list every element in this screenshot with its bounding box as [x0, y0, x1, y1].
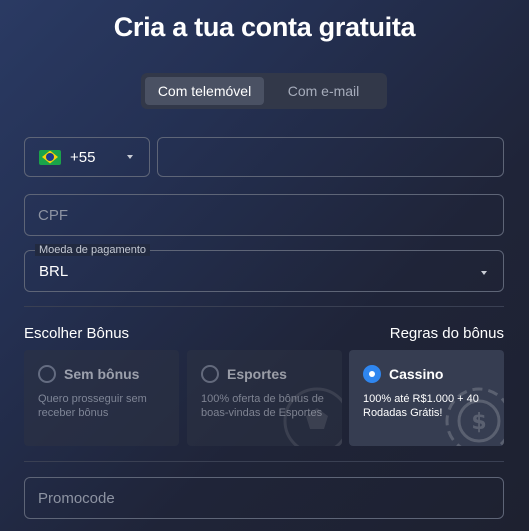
soccer-ball-icon — [283, 387, 342, 446]
bonus-rules-link[interactable]: Regras do bônus — [390, 325, 504, 342]
bonus-header: Escolher Bônus Regras do bônus — [24, 325, 504, 342]
tab-email[interactable]: Com e-mail — [264, 77, 383, 105]
country-code-select[interactable]: +55 — [24, 137, 150, 177]
casino-chip-icon: $ — [445, 387, 504, 446]
phone-input[interactable] — [157, 137, 504, 177]
bonus-option-description: Quero prosseguir sem receber bônus — [38, 393, 147, 419]
registration-method-tabs: Com telemóvel Com e-mail — [141, 73, 387, 109]
bonus-option-title: Sem bônus — [64, 366, 140, 382]
tab-phone[interactable]: Com telemóvel — [145, 77, 264, 105]
cpf-placeholder: CPF — [38, 206, 68, 224]
promocode-input[interactable]: Promocode — [24, 477, 504, 519]
radio-icon[interactable] — [201, 365, 219, 383]
divider — [24, 461, 504, 462]
divider — [24, 306, 504, 307]
currency-select[interactable]: Moeda de pagamento BRL — [24, 244, 504, 292]
svg-text:$: $ — [471, 410, 486, 435]
bonus-option-casino[interactable]: Cassino 100% até R$1.000 + 40 Rodadas Gr… — [349, 350, 504, 446]
bonus-heading: Escolher Bônus — [24, 325, 130, 342]
bonus-option-title: Cassino — [389, 366, 444, 382]
country-code-value: +55 — [70, 148, 96, 166]
chevron-down-icon — [127, 155, 133, 159]
currency-legend: Moeda de pagamento — [35, 244, 151, 256]
brazil-flag-icon — [39, 149, 61, 165]
radio-icon[interactable] — [38, 365, 56, 383]
cpf-input[interactable]: CPF — [24, 194, 504, 236]
bonus-option-none[interactable]: Sem bônus Quero prosseguir sem receber b… — [24, 350, 179, 446]
bonus-option-sports[interactable]: Esportes 100% oferta de bônus de boas-vi… — [187, 350, 342, 446]
currency-value: BRL — [39, 262, 69, 280]
radio-selected-icon[interactable] — [363, 365, 381, 383]
page-title: Cria a tua conta gratuita — [113, 12, 416, 42]
bonus-option-title: Esportes — [227, 366, 287, 382]
chevron-down-icon — [481, 271, 487, 275]
promocode-placeholder: Promocode — [38, 489, 115, 507]
